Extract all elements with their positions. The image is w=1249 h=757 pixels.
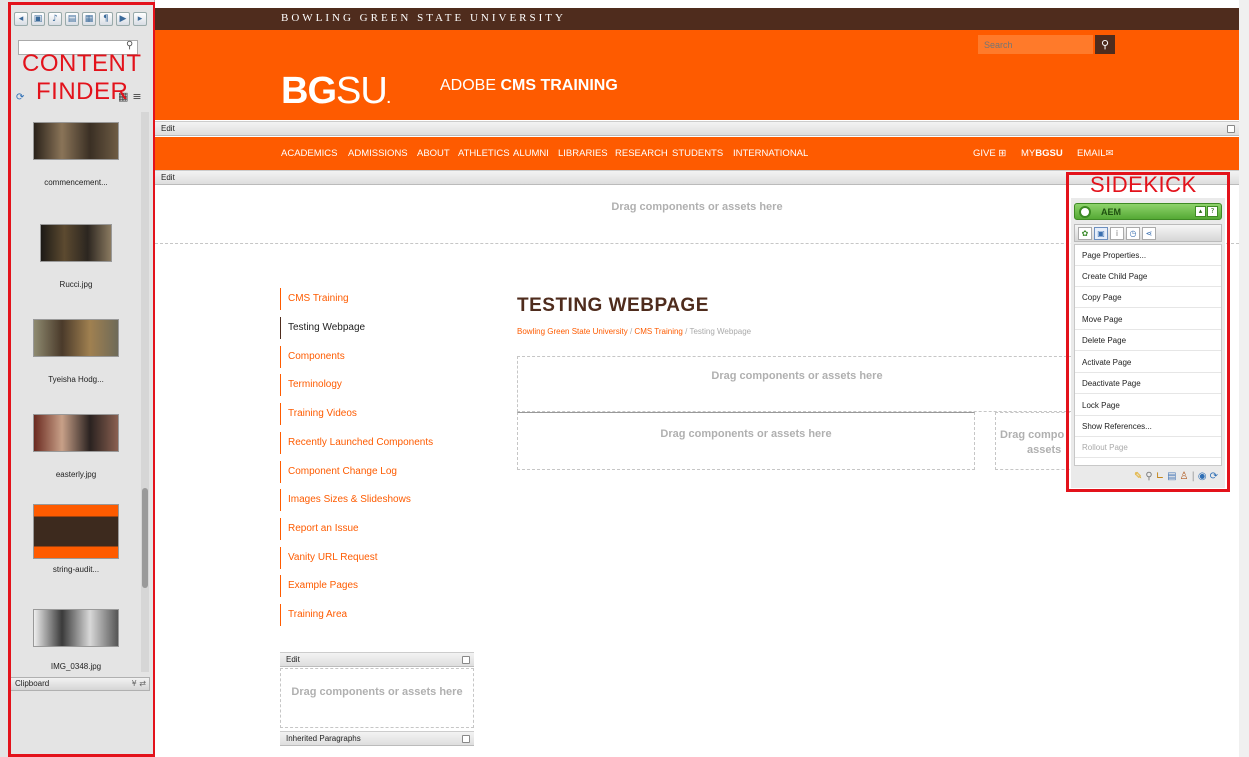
sidekick-annotation-label: SIDEKICK <box>1090 172 1197 197</box>
nav-item-email[interactable]: EMAIL✉ <box>1077 148 1113 159</box>
site-search-input[interactable] <box>978 35 1093 54</box>
drop-zone-label: Drag components or assets here <box>611 201 783 213</box>
edit-bar-checkbox[interactable] <box>462 656 470 664</box>
sidebar-drop-zone[interactable]: Drag components or assets here <box>280 668 474 728</box>
content-finder-annotation-line1: CONTENT <box>22 50 142 77</box>
left-nav-item-vanity-url[interactable]: Vanity URL Request <box>280 547 378 569</box>
breadcrumb-current: Testing Webpage <box>689 327 752 336</box>
university-bar: BOWLING GREEN STATE UNIVERSITY <box>155 8 1239 30</box>
page-title: TESTING WEBPAGE <box>517 295 709 316</box>
left-nav-item-cms-training[interactable]: CMS Training <box>280 288 349 310</box>
breadcrumb-item[interactable]: Bowling Green State University <box>517 327 628 336</box>
content-finder-annotation-line2: FINDER <box>36 78 129 105</box>
column-left-drop-zone[interactable]: Drag components or assets here <box>517 412 975 470</box>
page-scrollbar[interactable] <box>1239 0 1249 757</box>
drop-zone-label: Drag components or assets here <box>291 686 463 698</box>
left-nav-item-training-area[interactable]: Training Area <box>280 604 347 626</box>
left-nav-item-example-pages[interactable]: Example Pages <box>280 575 358 597</box>
content-finder-annotation-box <box>8 2 156 757</box>
breadcrumb: Bowling Green State University / CMS Tra… <box>517 327 751 336</box>
left-nav-item-change-log[interactable]: Component Change Log <box>280 461 397 483</box>
left-nav-item-training-videos[interactable]: Training Videos <box>280 403 357 425</box>
envelope-icon: ✉ <box>1105 148 1114 159</box>
nav-item-give[interactable]: GIVE ⊞ <box>973 148 1006 159</box>
nav-item-about[interactable]: ABOUT <box>417 148 450 159</box>
left-nav-item-recently-launched[interactable]: Recently Launched Components <box>280 432 433 454</box>
left-nav-item-terminology[interactable]: Terminology <box>280 374 342 396</box>
left-nav-item-components[interactable]: Components <box>280 346 345 368</box>
nav-item-mybgsu[interactable]: MYBGSU <box>1021 148 1063 159</box>
left-nav-item-report-issue[interactable]: Report an Issue <box>280 518 359 540</box>
left-nav-item-testing-webpage[interactable]: Testing Webpage <box>280 317 365 339</box>
nav-item-athletics[interactable]: ATHLETICS <box>458 148 510 159</box>
main-drop-zone[interactable]: Drag components or assets here <box>517 356 1077 412</box>
drop-zone-label: Drag components or assets here <box>660 428 832 440</box>
nav-item-libraries[interactable]: LIBRARIES <box>558 148 608 159</box>
breadcrumb-separator: / <box>685 327 688 336</box>
cms-editor-window: ◂ ▣ ♪ ▤ ▦ ¶ ▶ ▸ ⚲ ⟳ ▦ ≡ commencement... … <box>0 0 1249 757</box>
search-icon[interactable]: ⚲ <box>1095 35 1115 54</box>
inherited-paragraphs-label: Inherited Paragraphs <box>286 734 361 743</box>
sidebar-edit-bar[interactable]: Edit <box>280 652 474 667</box>
nav-item-international[interactable]: INTERNATIONAL <box>733 148 808 159</box>
university-name: BOWLING GREEN STATE UNIVERSITY <box>281 12 566 24</box>
site-header: BGSU. ADOBE CMS TRAINING ⚲ <box>155 30 1239 120</box>
nav-item-admissions[interactable]: ADMISSIONS <box>348 148 408 159</box>
edit-label: Edit <box>161 173 175 182</box>
nav-item-research[interactable]: RESEARCH <box>615 148 668 159</box>
main-navigation: ACADEMICS ADMISSIONS ABOUT ATHLETICS ALU… <box>155 137 1239 170</box>
breadcrumb-item[interactable]: CMS Training <box>634 327 682 336</box>
sidekick-annotation-box <box>1066 172 1230 492</box>
edit-label: Edit <box>286 655 300 664</box>
drop-zone-label: Drag components or assets here <box>711 370 883 382</box>
site-title: ADOBE CMS TRAINING <box>440 77 618 94</box>
edit-label: Edit <box>161 124 175 133</box>
breadcrumb-separator: / <box>629 327 633 336</box>
edit-bar-checkbox[interactable] <box>1227 125 1235 133</box>
nav-item-academics[interactable]: ACADEMICS <box>281 148 337 159</box>
inherited-paragraphs-bar[interactable]: Inherited Paragraphs <box>280 731 474 746</box>
header-edit-bar[interactable]: Edit <box>155 121 1239 136</box>
bgsu-logo[interactable]: BGSU. <box>281 70 391 113</box>
edit-bar-checkbox[interactable] <box>462 735 470 743</box>
left-nav-item-image-sizes[interactable]: Images Sizes & Slideshows <box>280 489 411 511</box>
nav-item-alumni[interactable]: ALUMNI <box>513 148 549 159</box>
gift-icon: ⊞ <box>998 148 1007 159</box>
nav-item-students[interactable]: STUDENTS <box>672 148 723 159</box>
